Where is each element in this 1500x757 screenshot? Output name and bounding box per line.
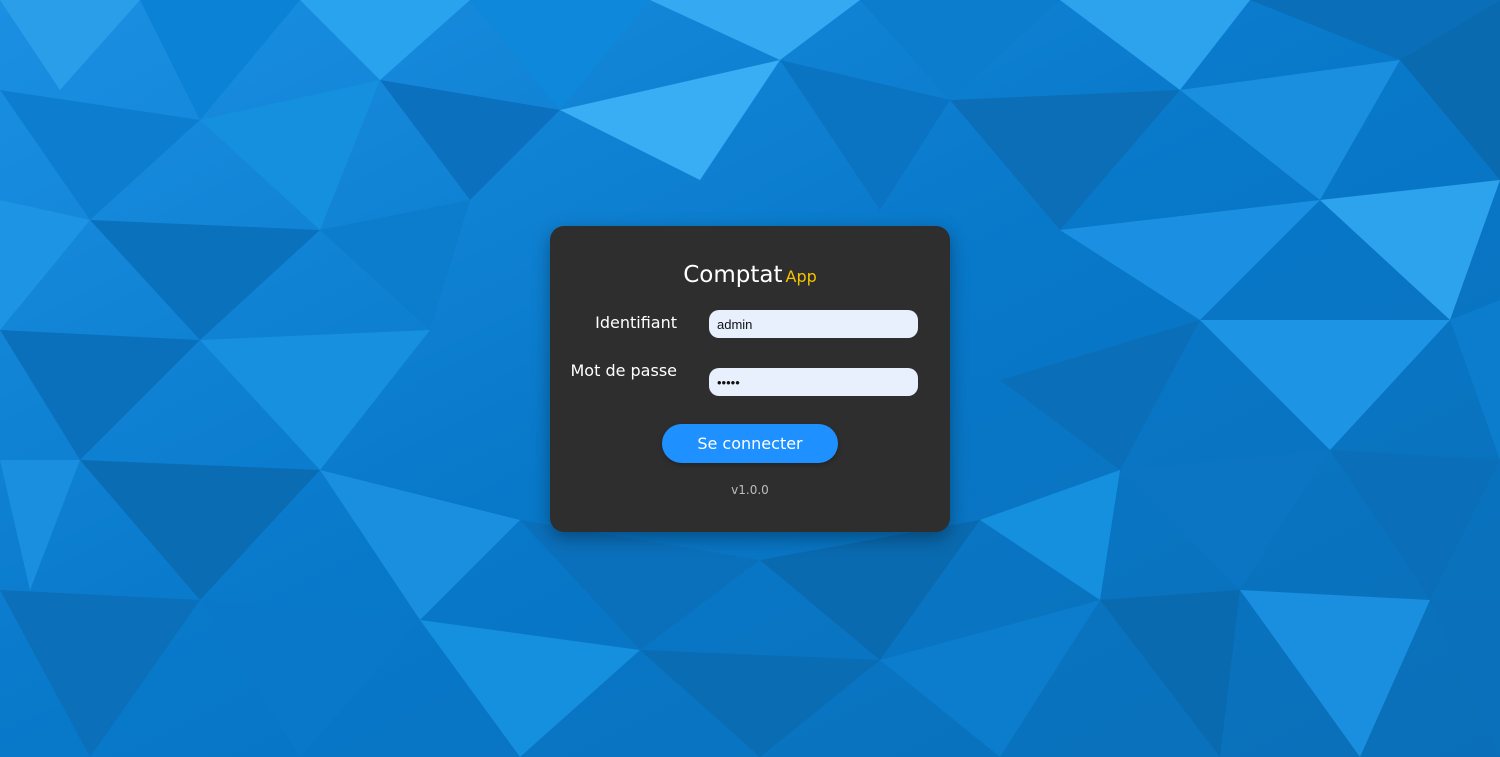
login-button[interactable]: Se connecter	[662, 424, 838, 463]
username-label: Identifiant	[595, 313, 677, 332]
app-title-main: Comptat	[683, 262, 783, 288]
app-title: Comptat App	[550, 260, 950, 292]
password-label: Mot de passe	[570, 361, 677, 380]
app-title-accent: App	[785, 267, 817, 286]
login-card: ComptatApp Identifiant Mot de passe Se c…	[550, 226, 950, 532]
username-input[interactable]	[709, 310, 918, 338]
password-input[interactable]	[709, 368, 918, 396]
version-text: v1.0.0	[731, 483, 769, 497]
